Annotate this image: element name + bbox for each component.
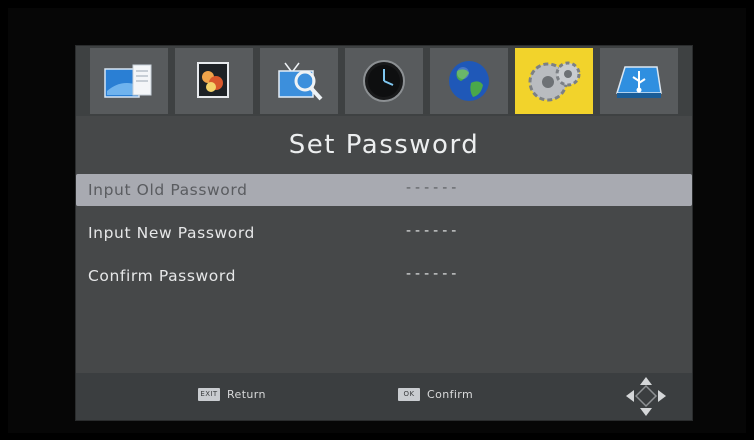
return-label: Return — [227, 388, 266, 401]
confirm-label: Confirm — [427, 388, 474, 401]
confirm-password-field[interactable]: ------ — [406, 266, 460, 282]
old-password-label: Input Old Password — [88, 181, 248, 199]
tab-settings[interactable] — [515, 48, 593, 114]
tab-channel-search[interactable] — [260, 48, 338, 114]
program-icon — [104, 64, 152, 98]
tab-picture[interactable] — [175, 48, 253, 114]
footer-hint-bar: EXIT Return OK Confirm — [76, 373, 692, 420]
confirm-hint[interactable]: OK Confirm — [398, 388, 473, 401]
confirm-password-label: Confirm Password — [88, 267, 237, 285]
settings-panel: Set Password Input Old Password ------ I… — [76, 46, 692, 420]
navigation-arrows-icon — [626, 377, 666, 416]
ok-key-icon: OK — [398, 388, 420, 401]
tab-globe[interactable] — [430, 48, 508, 114]
exit-key-icon: EXIT — [198, 388, 220, 401]
confirm-password-row[interactable]: Confirm Password ------ — [76, 260, 692, 292]
old-password-row[interactable]: Input Old Password ------ — [76, 174, 692, 206]
tab-clock[interactable] — [345, 48, 423, 114]
return-hint[interactable]: EXIT Return — [198, 388, 266, 401]
new-password-field[interactable]: ------ — [406, 223, 460, 239]
settings-gears-icon — [528, 61, 581, 102]
tab-program[interactable] — [90, 48, 168, 114]
tv-screen: Set Password Input Old Password ------ I… — [8, 8, 746, 433]
old-password-field[interactable]: ------ — [406, 180, 460, 196]
clock-icon — [363, 60, 405, 102]
tab-usb[interactable] — [600, 48, 678, 114]
picture-icon — [197, 62, 229, 98]
password-form: Input Old Password ------ Input New Pass… — [76, 174, 692, 303]
page-title: Set Password — [288, 130, 480, 160]
menu-tab-bar — [76, 46, 692, 116]
new-password-label: Input New Password — [88, 224, 255, 242]
channel-search-icon — [278, 62, 323, 101]
globe-icon — [449, 61, 489, 101]
usb-icon — [615, 66, 662, 98]
new-password-row[interactable]: Input New Password ------ — [76, 217, 692, 249]
